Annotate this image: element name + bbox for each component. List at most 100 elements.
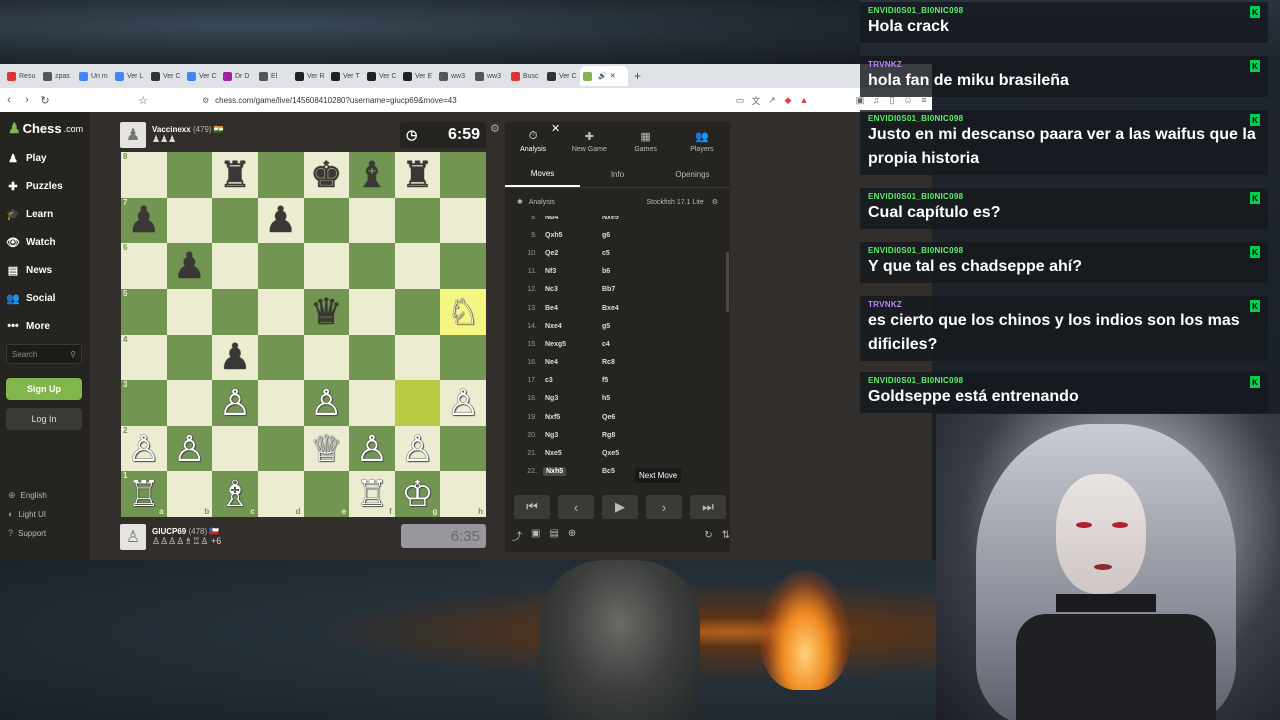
board-square[interactable]: h [440,471,486,517]
board-square[interactable] [440,197,486,244]
white-move[interactable]: Nxe5 [543,450,562,457]
board-square[interactable]: ♙ [303,380,350,426]
board-square[interactable]: ♝ [349,152,395,198]
board-square[interactable] [257,425,304,472]
board-square[interactable]: ♛ [303,288,350,335]
white-move[interactable]: Ng3 [543,432,558,439]
address-field[interactable]: ⚙ chess.com/game/live/145608410280?usern… [202,91,732,109]
board-square[interactable] [257,334,304,381]
board-square[interactable] [212,425,258,472]
sidebar-item-play[interactable]: ♟ Play [6,152,47,165]
share-icon[interactable]: ↗ [764,95,780,106]
footer-support[interactable]: ? Support [8,528,46,538]
black-move[interactable]: c4 [602,341,662,348]
image-icon[interactable]: ▤ [549,528,558,543]
board-square[interactable]: 4 [121,334,167,381]
board-square[interactable] [257,380,304,426]
sidebar-item-news[interactable]: ▤ News [6,264,52,277]
board-square[interactable] [349,334,395,381]
board-square[interactable]: ♜ [394,152,441,198]
white-move[interactable]: Ne4 [543,359,558,366]
board-square[interactable]: 1 a ♖ [121,471,167,517]
chesscom-logo[interactable]: ♟ Chess .com [8,120,83,137]
zoom-icon[interactable]: ⊕ [568,528,576,543]
white-move[interactable]: Nd4 [543,216,558,221]
subtab-openings[interactable]: Openings [655,162,730,187]
black-move[interactable]: Bxe4 [602,305,662,312]
black-piece[interactable]: ♟ [128,202,160,238]
black-move[interactable]: c5 [602,250,662,257]
board-square[interactable]: e [303,471,350,517]
board-settings-icon[interactable]: ⚙ [490,122,500,135]
sidebar-item-more[interactable]: ••• More [6,320,50,332]
rematch-icon[interactable]: ↻ [704,530,712,541]
white-piece[interactable]: ♙ [219,384,251,421]
board-square[interactable]: ♙ [212,380,258,426]
browser-tab[interactable]: Ver R [292,66,328,86]
subtab-info[interactable]: Info [580,162,655,187]
board-square[interactable] [257,243,304,289]
white-move[interactable]: c3 [543,377,553,384]
forward-icon[interactable]: › [18,94,36,106]
board-square[interactable]: 7 ♟ [121,197,167,244]
board-square[interactable]: d [257,471,304,517]
new-tab-icon[interactable]: + [634,69,641,83]
white-move[interactable]: Nxh5 [543,467,567,477]
white-piece[interactable]: ♙ [447,384,479,421]
white-piece[interactable]: ♘ [447,293,479,330]
black-piece[interactable]: ♝ [356,156,388,193]
board-square[interactable]: ♙ [166,425,213,472]
board-square[interactable] [394,334,441,381]
tab-players[interactable]: 👥 Players [674,122,730,160]
signup-button[interactable]: Sign Up [6,378,82,400]
board-square[interactable] [257,288,304,335]
scrollbar[interactable] [726,252,729,312]
browser-tab[interactable]: ww3 [472,66,508,86]
browser-tab[interactable]: Ver E [400,66,436,86]
sidebar-item-social[interactable]: 👥 Social [6,292,55,305]
browser-tab[interactable]: Ver C [364,66,400,86]
browser-tab[interactable]: ww3 [436,66,472,86]
board-square[interactable] [349,243,395,289]
black-move[interactable]: h5 [602,395,662,402]
board-square[interactable]: 2 ♙ [121,425,167,472]
black-move[interactable]: g6 [602,232,662,239]
board-square[interactable]: 3 [121,380,167,426]
board-square[interactable] [166,380,213,426]
first-move-button[interactable]: ⏮ [514,495,550,519]
board-square[interactable] [212,197,258,244]
board-square[interactable] [440,334,486,381]
board-square[interactable] [166,334,213,381]
black-move[interactable]: b6 [602,268,662,275]
white-piece[interactable]: ♙ [401,430,433,467]
black-move[interactable]: Qxe5 [602,450,662,457]
board-square[interactable]: ♕ [303,425,350,472]
tab-new-game[interactable]: ✚ New Game [561,122,617,160]
white-move[interactable]: Nexg5 [543,341,566,348]
white-piece[interactable]: ♗ [219,476,251,512]
white-move[interactable]: Qe2 [543,250,558,257]
prev-move-button[interactable]: ‹ [558,495,594,519]
board-square[interactable]: c ♗ [212,471,258,517]
board-square[interactable] [440,425,486,472]
white-move[interactable]: Be4 [543,305,558,312]
black-move[interactable]: g5 [602,323,662,330]
board-square[interactable]: ♘ [440,288,486,335]
board-square[interactable] [349,197,395,244]
browser-tab[interactable]: Ver C [184,66,220,86]
white-move[interactable]: Ng3 [543,395,558,402]
black-piece[interactable]: ♜ [219,156,251,193]
site-info-icon[interactable]: ⚙ [202,96,209,105]
login-button[interactable]: Log In [6,408,82,430]
board-square[interactable] [257,152,304,198]
board-square[interactable] [440,243,486,289]
board-square[interactable]: ♙ [440,380,486,426]
footer-light-ui[interactable]: ◐ Light UI [8,509,46,519]
board-square[interactable]: ♟ [257,197,304,244]
browser-tab[interactable]: Resu [4,66,40,86]
white-piece[interactable]: ♔ [401,476,433,512]
sidebar-item-puzzles[interactable]: ✚ Puzzles [6,180,62,193]
footer-english[interactable]: ⊕ English [8,490,47,501]
browser-tab[interactable]: zpas [40,66,76,86]
board-square[interactable] [394,243,441,289]
